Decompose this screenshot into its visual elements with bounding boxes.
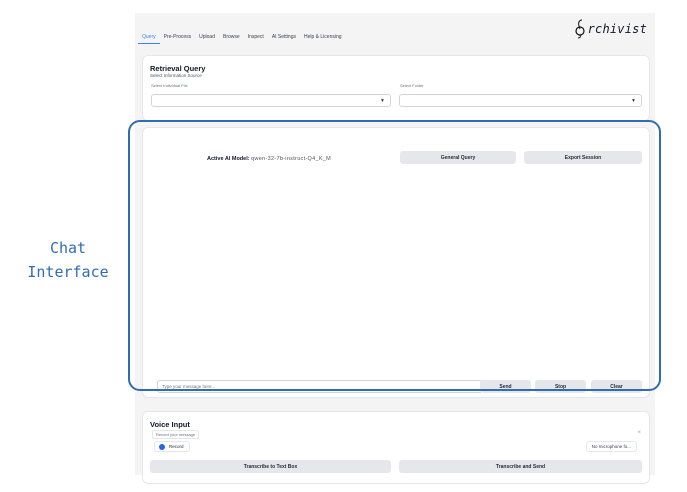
general-query-button[interactable]: General Query xyxy=(400,151,516,164)
tab-ai-settings[interactable]: AI Settings xyxy=(268,34,300,44)
tab-query[interactable]: Query xyxy=(138,34,160,44)
voice-input-panel: Voice Input Record your message × Record… xyxy=(142,411,650,484)
app-window: Query Pre-Process Upload Browse Inspect … xyxy=(135,13,655,484)
record-message-label: Record your message xyxy=(152,430,200,439)
retrieval-subtitle: Select Information Source xyxy=(150,73,202,78)
retrieval-query-panel: Retrieval Query Select Information Sourc… xyxy=(142,55,650,121)
message-input[interactable] xyxy=(157,380,483,393)
folder-select-label: Select Folder xyxy=(400,83,424,88)
record-dot-icon xyxy=(159,443,165,450)
tab-bar: Query Pre-Process Upload Browse Inspect … xyxy=(138,34,346,44)
file-select[interactable]: ▼ xyxy=(151,94,391,107)
export-session-button[interactable]: Export Session xyxy=(524,151,642,164)
retrieval-title: Retrieval Query xyxy=(150,64,206,73)
active-model-line: Active AI Model: qwen-32-7b-instruct-Q4_… xyxy=(207,156,331,162)
logo-mark-icon xyxy=(574,19,585,39)
annotation-line-1: Chat xyxy=(49,239,87,257)
voice-title: Voice Input xyxy=(150,420,190,429)
logo-text: rchivist xyxy=(587,22,647,36)
stop-button[interactable]: Stop xyxy=(535,380,586,393)
tab-inspect[interactable]: Inspect xyxy=(244,34,268,44)
file-select-label: Select Individual File xyxy=(151,83,188,88)
top-bar: Query Pre-Process Upload Browse Inspect … xyxy=(135,13,655,45)
annotation-line-2: Interface xyxy=(27,263,109,281)
record-label: Record xyxy=(169,444,184,449)
clear-button[interactable]: Clear xyxy=(591,380,642,393)
tab-browse[interactable]: Browse xyxy=(219,34,244,44)
transcribe-to-text-box-button[interactable]: Transcribe to Text Box xyxy=(150,460,391,473)
close-icon[interactable]: × xyxy=(637,430,641,436)
chat-interface-annotation: Chat Interface xyxy=(18,236,118,284)
chevron-down-icon: ▼ xyxy=(631,98,636,104)
folder-select[interactable]: ▼ xyxy=(399,94,642,107)
transcribe-and-send-button[interactable]: Transcribe and Send xyxy=(399,460,642,473)
chat-panel: Active AI Model: qwen-32-7b-instruct-Q4_… xyxy=(142,127,650,398)
active-model-label: Active AI Model: xyxy=(207,156,250,162)
archivist-logo: rchivist xyxy=(573,19,647,39)
record-button[interactable]: Record xyxy=(154,441,190,452)
tab-upload[interactable]: Upload xyxy=(195,34,219,44)
send-button[interactable]: Send xyxy=(480,380,531,393)
active-model-name: qwen-32-7b-instruct-Q4_K_M xyxy=(251,156,332,162)
microphone-select[interactable]: No microphone fo... xyxy=(585,441,637,452)
tab-pre-process[interactable]: Pre-Process xyxy=(160,34,196,44)
chevron-down-icon: ▼ xyxy=(380,98,385,104)
tab-help-licensing[interactable]: Help & Licensing xyxy=(300,34,346,44)
